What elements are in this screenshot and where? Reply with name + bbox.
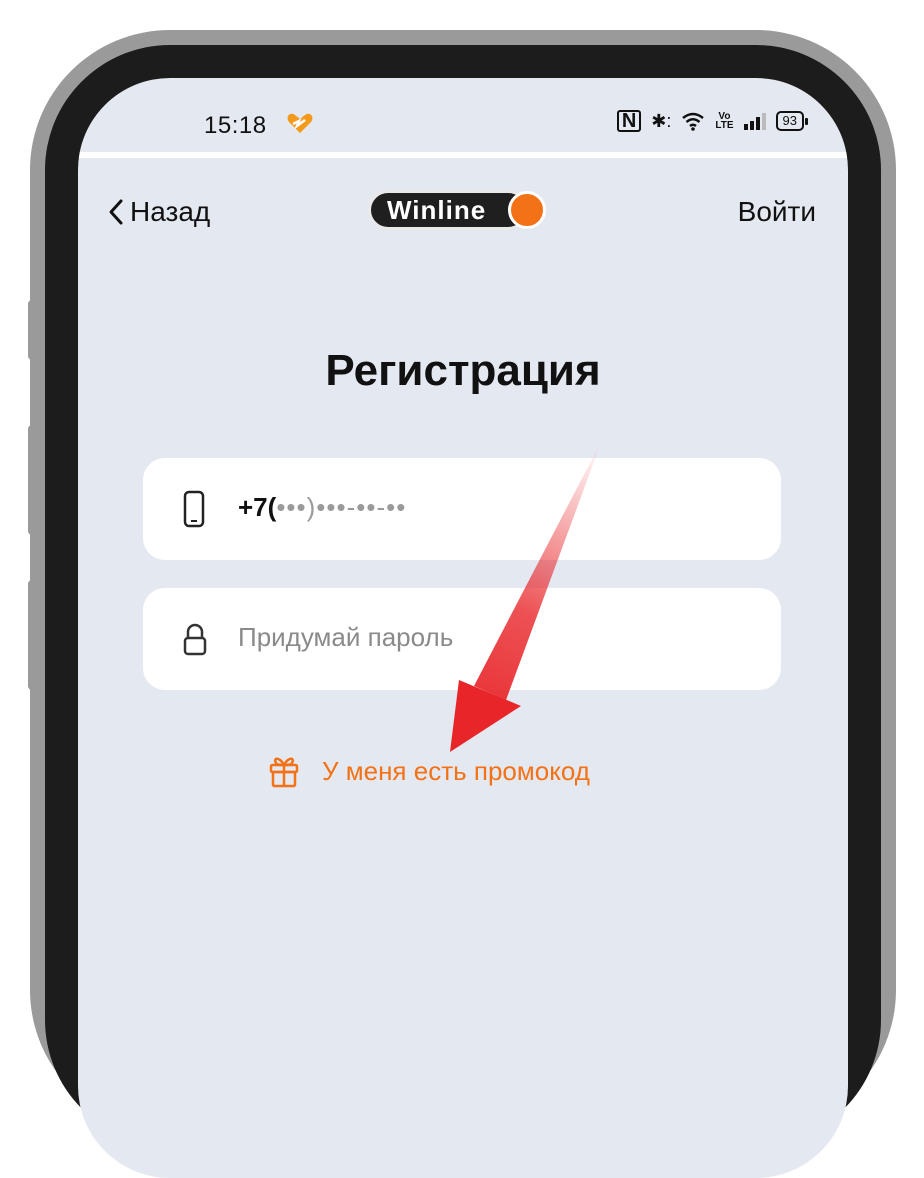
promo-code-link[interactable]: У меня есть промокод bbox=[268, 754, 590, 788]
back-label: Назад bbox=[130, 196, 211, 227]
phone-mask-sep: ) bbox=[306, 492, 317, 522]
gift-icon bbox=[269, 757, 299, 788]
back-button[interactable]: Назад bbox=[108, 196, 210, 228]
phone-value: +7(•••)•••-••-•• bbox=[238, 492, 406, 523]
phone-mask-area: ••• bbox=[276, 492, 307, 522]
status-icons: N ✱: Vo LTE 93 bbox=[616, 110, 809, 132]
signal-icon bbox=[743, 112, 766, 130]
bluetooth-icon: ✱: bbox=[651, 110, 672, 131]
status-divider bbox=[78, 152, 848, 158]
phone-side-button bbox=[28, 300, 38, 360]
phone-mask-number: •••-••-•• bbox=[316, 492, 407, 522]
password-placeholder: Придумай пароль bbox=[238, 622, 454, 652]
smartphone-icon bbox=[183, 490, 205, 528]
battery-icon: 93 bbox=[775, 111, 809, 131]
phone-side-button bbox=[886, 460, 896, 650]
phone-side-button bbox=[28, 580, 38, 690]
app-screen: 15:18 N ✱: Vo LTE 93 Назад Winline Войти… bbox=[78, 78, 848, 1178]
logo-dot bbox=[508, 191, 546, 229]
logo-text: Winline bbox=[368, 190, 528, 230]
phone-prefix: +7( bbox=[238, 492, 277, 522]
winline-logo: Winline bbox=[368, 190, 558, 230]
password-field[interactable]: Придумай пароль bbox=[143, 588, 781, 690]
lock-icon bbox=[183, 623, 207, 656]
login-link[interactable]: Войти bbox=[738, 196, 816, 228]
wifi-icon bbox=[682, 112, 705, 131]
promo-label: У меня есть промокод bbox=[322, 755, 590, 786]
heart-icon bbox=[287, 113, 313, 133]
phone-field[interactable]: +7(•••)•••-••-•• bbox=[143, 458, 781, 560]
phone-side-button bbox=[28, 425, 38, 535]
volte-icon: Vo LTE bbox=[715, 112, 734, 131]
status-bar: 15:18 N ✱: Vo LTE 93 bbox=[78, 78, 848, 154]
nfc-icon: N bbox=[616, 110, 642, 132]
page-title: Регистрация bbox=[325, 346, 601, 395]
status-time: 15:18 bbox=[204, 112, 267, 139]
chevron-left-icon bbox=[109, 199, 123, 225]
volte-bottom-text: LTE bbox=[715, 120, 734, 131]
